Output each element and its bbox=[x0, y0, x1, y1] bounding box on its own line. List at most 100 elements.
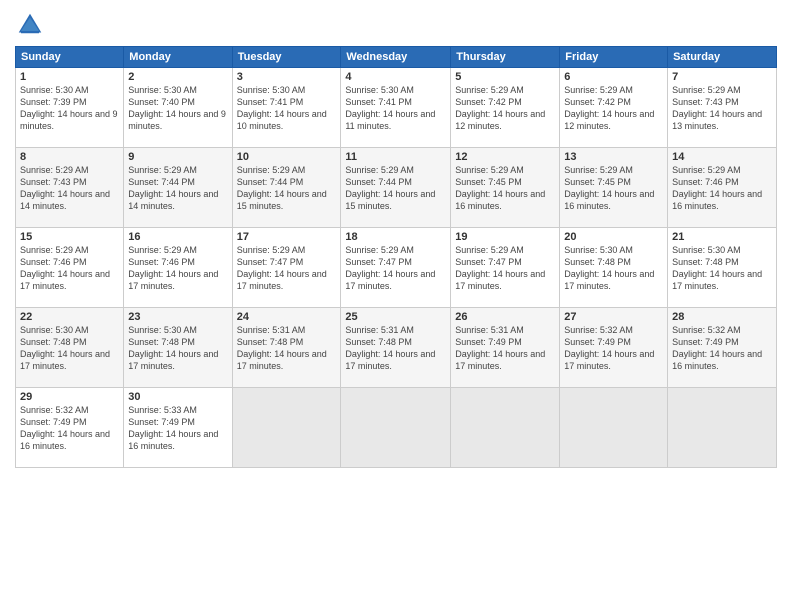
day-number: 24 bbox=[237, 311, 337, 323]
day-info: Sunrise: 5:32 AMSunset: 7:49 PMDaylight:… bbox=[672, 324, 772, 373]
header bbox=[15, 10, 777, 40]
day-info: Sunrise: 5:29 AMSunset: 7:42 PMDaylight:… bbox=[455, 84, 555, 133]
day-header-friday: Friday bbox=[560, 47, 668, 68]
day-header-saturday: Saturday bbox=[668, 47, 777, 68]
day-number: 17 bbox=[237, 231, 337, 243]
calendar-cell: 29Sunrise: 5:32 AMSunset: 7:49 PMDayligh… bbox=[16, 388, 124, 468]
day-number: 9 bbox=[128, 151, 227, 163]
day-number: 21 bbox=[672, 231, 772, 243]
calendar-cell: 14Sunrise: 5:29 AMSunset: 7:46 PMDayligh… bbox=[668, 148, 777, 228]
calendar-cell: 1Sunrise: 5:30 AMSunset: 7:39 PMDaylight… bbox=[16, 68, 124, 148]
day-number: 30 bbox=[128, 391, 227, 403]
day-number: 15 bbox=[20, 231, 119, 243]
week-row-3: 15 Sunrise: 5:29 AMSunset: 7:46 PMDayligh… bbox=[16, 228, 777, 308]
day-info: Sunrise: 5:32 AMSunset: 7:49 PMDaylight:… bbox=[20, 404, 119, 453]
day-info: Sunrise: 5:30 AMSunset: 7:48 PMDaylight:… bbox=[672, 244, 772, 293]
calendar-cell: 5Sunrise: 5:29 AMSunset: 7:42 PMDaylight… bbox=[451, 68, 560, 148]
calendar-cell: 22Sunrise: 5:30 AMSunset: 7:48 PMDayligh… bbox=[16, 308, 124, 388]
calendar-cell: 16Sunrise: 5:29 AMSunset: 7:46 PMDayligh… bbox=[124, 228, 232, 308]
day-info: Sunrise: 5:29 AMSunset: 7:45 PMDaylight:… bbox=[564, 164, 663, 213]
day-number: 16 bbox=[128, 231, 227, 243]
day-info: Sunrise: 5:30 AMSunset: 7:41 PMDaylight:… bbox=[237, 84, 337, 133]
day-info: Sunrise: 5:29 AMSunset: 7:46 PMDaylight:… bbox=[672, 164, 772, 213]
calendar-cell: 24Sunrise: 5:31 AMSunset: 7:48 PMDayligh… bbox=[232, 308, 341, 388]
logo bbox=[15, 10, 47, 40]
calendar-cell: 6Sunrise: 5:29 AMSunset: 7:42 PMDaylight… bbox=[560, 68, 668, 148]
week-row-4: 22Sunrise: 5:30 AMSunset: 7:48 PMDayligh… bbox=[16, 308, 777, 388]
day-info: Sunrise: 5:29 AMSunset: 7:44 PMDaylight:… bbox=[128, 164, 227, 213]
day-info: Sunrise: 5:33 AMSunset: 7:49 PMDaylight:… bbox=[128, 404, 227, 453]
day-info: Sunrise: 5:30 AMSunset: 7:48 PMDaylight:… bbox=[20, 324, 119, 373]
day-number: 25 bbox=[345, 311, 446, 323]
day-number: 11 bbox=[345, 151, 446, 163]
calendar-table: SundayMondayTuesdayWednesdayThursdayFrid… bbox=[15, 46, 777, 468]
day-number: 20 bbox=[564, 231, 663, 243]
day-number: 3 bbox=[237, 71, 337, 83]
week-row-2: 8Sunrise: 5:29 AMSunset: 7:43 PMDaylight… bbox=[16, 148, 777, 228]
day-number: 29 bbox=[20, 391, 119, 403]
calendar-header-row: SundayMondayTuesdayWednesdayThursdayFrid… bbox=[16, 47, 777, 68]
day-info: Sunrise: 5:32 AMSunset: 7:49 PMDaylight:… bbox=[564, 324, 663, 373]
day-number: 12 bbox=[455, 151, 555, 163]
calendar-cell: 28Sunrise: 5:32 AMSunset: 7:49 PMDayligh… bbox=[668, 308, 777, 388]
day-number: 13 bbox=[564, 151, 663, 163]
day-number: 22 bbox=[20, 311, 119, 323]
calendar-cell bbox=[451, 388, 560, 468]
day-number: 4 bbox=[345, 71, 446, 83]
day-header-thursday: Thursday bbox=[451, 47, 560, 68]
calendar-cell: 20Sunrise: 5:30 AMSunset: 7:48 PMDayligh… bbox=[560, 228, 668, 308]
day-header-wednesday: Wednesday bbox=[341, 47, 451, 68]
calendar-cell bbox=[668, 388, 777, 468]
calendar-cell: 7Sunrise: 5:29 AMSunset: 7:43 PMDaylight… bbox=[668, 68, 777, 148]
day-info: Sunrise: 5:29 AMSunset: 7:44 PMDaylight:… bbox=[237, 164, 337, 213]
day-number: 14 bbox=[672, 151, 772, 163]
calendar-cell: 18Sunrise: 5:29 AMSunset: 7:47 PMDayligh… bbox=[341, 228, 451, 308]
day-info: Sunrise: 5:29 AMSunset: 7:46 PMDaylight:… bbox=[128, 244, 227, 293]
day-info: Sunrise: 5:30 AMSunset: 7:48 PMDaylight:… bbox=[128, 324, 227, 373]
day-info: Sunrise: 5:29 AMSunset: 7:44 PMDaylight:… bbox=[345, 164, 446, 213]
day-info: Sunrise: 5:30 AMSunset: 7:48 PMDaylight:… bbox=[564, 244, 663, 293]
day-number: 6 bbox=[564, 71, 663, 83]
calendar-cell: 15Sunrise: 5:29 AMSunset: 7:46 PMDayligh… bbox=[16, 228, 124, 308]
calendar-cell: 4Sunrise: 5:30 AMSunset: 7:41 PMDaylight… bbox=[341, 68, 451, 148]
day-info: Sunrise: 5:31 AMSunset: 7:48 PMDaylight:… bbox=[345, 324, 446, 373]
day-info: Sunrise: 5:30 AMSunset: 7:40 PMDaylight:… bbox=[128, 84, 227, 133]
calendar-cell bbox=[560, 388, 668, 468]
day-info: Sunrise: 5:29 AMSunset: 7:42 PMDaylight:… bbox=[564, 84, 663, 133]
day-number: 23 bbox=[128, 311, 227, 323]
day-number: 27 bbox=[564, 311, 663, 323]
day-info: Sunrise: 5:29 AMSunset: 7:45 PMDaylight:… bbox=[455, 164, 555, 213]
day-header-tuesday: Tuesday bbox=[232, 47, 341, 68]
calendar-cell: 10Sunrise: 5:29 AMSunset: 7:44 PMDayligh… bbox=[232, 148, 341, 228]
day-info: Sunrise: 5:29 AMSunset: 7:47 PMDaylight:… bbox=[345, 244, 446, 293]
day-number: 26 bbox=[455, 311, 555, 323]
day-info: Sunrise: 5:29 AMSunset: 7:47 PMDaylight:… bbox=[455, 244, 555, 293]
day-number: 7 bbox=[672, 71, 772, 83]
day-info: Sunrise: 5:30 AMSunset: 7:41 PMDaylight:… bbox=[345, 84, 446, 133]
calendar-cell: 27Sunrise: 5:32 AMSunset: 7:49 PMDayligh… bbox=[560, 308, 668, 388]
calendar-cell: 19Sunrise: 5:29 AMSunset: 7:47 PMDayligh… bbox=[451, 228, 560, 308]
calendar-cell: 17Sunrise: 5:29 AMSunset: 7:47 PMDayligh… bbox=[232, 228, 341, 308]
day-number: 2 bbox=[128, 71, 227, 83]
calendar-cell bbox=[232, 388, 341, 468]
calendar-cell: 13Sunrise: 5:29 AMSunset: 7:45 PMDayligh… bbox=[560, 148, 668, 228]
page: SundayMondayTuesdayWednesdayThursdayFrid… bbox=[0, 0, 792, 612]
day-header-sunday: Sunday bbox=[16, 47, 124, 68]
calendar-cell: 25Sunrise: 5:31 AMSunset: 7:48 PMDayligh… bbox=[341, 308, 451, 388]
day-number: 28 bbox=[672, 311, 772, 323]
calendar-cell: 8Sunrise: 5:29 AMSunset: 7:43 PMDaylight… bbox=[16, 148, 124, 228]
calendar-cell: 11Sunrise: 5:29 AMSunset: 7:44 PMDayligh… bbox=[341, 148, 451, 228]
day-number: 10 bbox=[237, 151, 337, 163]
logo-icon bbox=[15, 10, 45, 40]
day-info: Sunrise: 5:31 AMSunset: 7:48 PMDaylight:… bbox=[237, 324, 337, 373]
calendar-cell: 23Sunrise: 5:30 AMSunset: 7:48 PMDayligh… bbox=[124, 308, 232, 388]
day-info: Sunrise: 5:30 AMSunset: 7:39 PMDaylight:… bbox=[20, 84, 119, 133]
calendar-cell bbox=[341, 388, 451, 468]
day-header-monday: Monday bbox=[124, 47, 232, 68]
day-info: Sunrise: 5:29 AMSunset: 7:43 PMDaylight:… bbox=[672, 84, 772, 133]
day-number: 1 bbox=[20, 71, 119, 83]
calendar-cell: 30Sunrise: 5:33 AMSunset: 7:49 PMDayligh… bbox=[124, 388, 232, 468]
calendar-cell: 2Sunrise: 5:30 AMSunset: 7:40 PMDaylight… bbox=[124, 68, 232, 148]
day-number: 18 bbox=[345, 231, 446, 243]
week-row-5: 29Sunrise: 5:32 AMSunset: 7:49 PMDayligh… bbox=[16, 388, 777, 468]
